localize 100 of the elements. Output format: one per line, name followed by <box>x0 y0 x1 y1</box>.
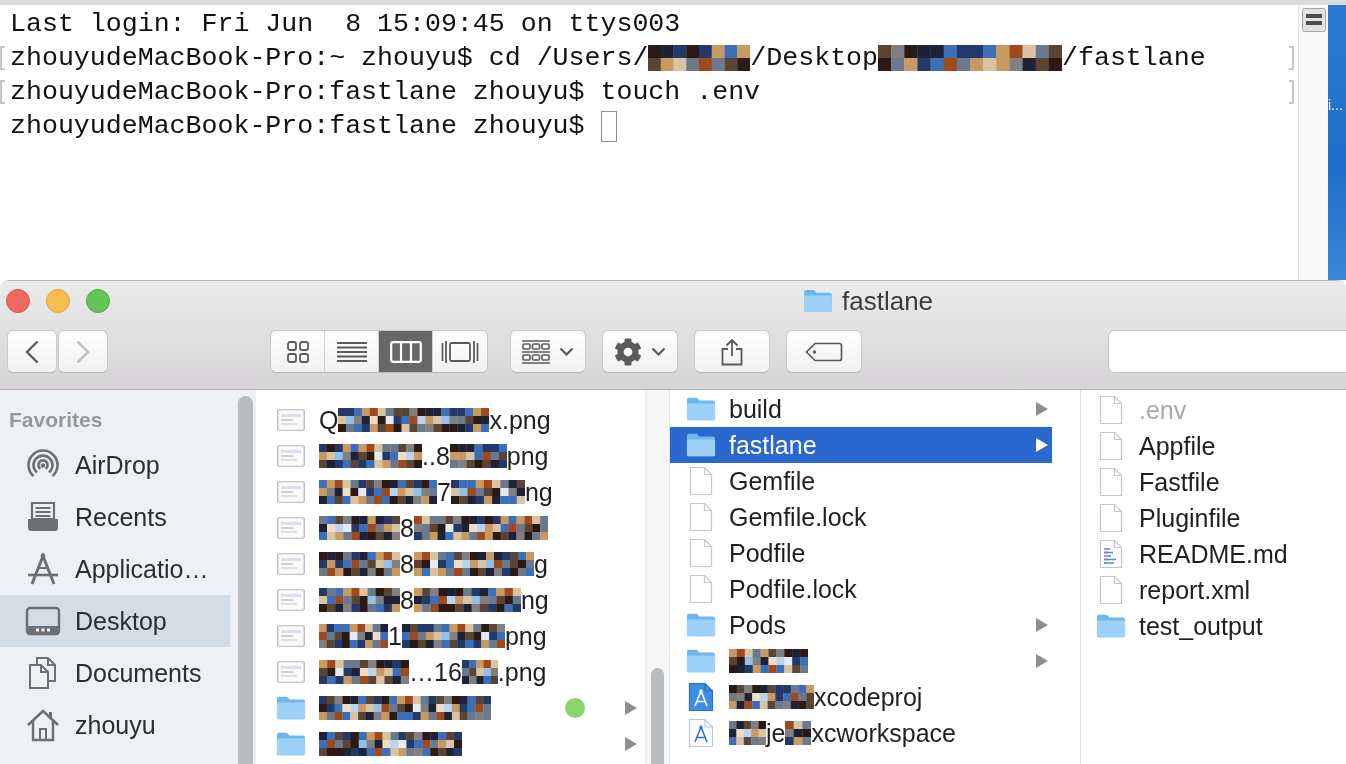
file-row[interactable]: Q x.png <box>256 402 637 438</box>
file-row[interactable]: je xcworkspace <box>670 715 1052 751</box>
sidebar-item[interactable]: zhouyu <box>0 699 230 751</box>
filled-compass-document-icon <box>688 682 714 712</box>
terminal-text: Last login: Fri Jun 8 15:09:45 on ttys003 <box>10 8 681 40</box>
file-row[interactable]: 8 ng <box>256 582 637 618</box>
gear-icon <box>614 337 642 366</box>
folder-icon <box>686 648 716 674</box>
sidebar-item[interactable]: Recents <box>0 491 230 543</box>
tags-button[interactable] <box>786 330 862 373</box>
view-mode-button[interactable] <box>379 331 433 372</box>
file-row[interactable]: ..8 png <box>256 438 637 474</box>
disclosure-arrow-icon <box>625 701 637 715</box>
folder-icon <box>686 396 716 422</box>
file-row[interactable]: xcodeproj <box>670 679 1052 715</box>
terminal-text: zhouyudeMacBook-Pro:fastlane zhouyu$ <box>10 110 585 142</box>
share-icon <box>721 337 743 366</box>
desktop-icon-label: i... <box>1328 97 1343 113</box>
sidebar-heading: Favorites <box>8 407 104 433</box>
folder-icon <box>686 612 716 638</box>
pixelated-redaction-drawing <box>785 721 812 745</box>
image-thumbnail-icon <box>277 553 305 575</box>
file-row[interactable]: build <box>670 391 1052 427</box>
pixelated-redaction-drawing <box>461 660 498 684</box>
disclosure-arrow-icon <box>1036 654 1048 668</box>
view-mode-control[interactable] <box>270 330 488 373</box>
sidebar-item[interactable]: AirDrop <box>0 439 230 491</box>
search-field[interactable] <box>1108 330 1346 373</box>
sidebar-item[interactable]: Desktop <box>0 595 230 647</box>
document-icon <box>689 574 713 604</box>
image-thumbnail-icon <box>277 625 305 647</box>
sidebar-item[interactable]: Applicatio… <box>0 543 230 595</box>
compass-document-icon <box>688 718 714 748</box>
file-row[interactable]: README.md <box>1081 536 1346 572</box>
file-row[interactable]: 8 g <box>256 546 637 582</box>
document-icon <box>1099 467 1123 497</box>
terminal-text: /fastlane <box>1062 42 1206 74</box>
terminal-text: /Desktop <box>750 42 879 74</box>
chevron-left-icon <box>25 339 39 364</box>
file-row[interactable]: 8 <box>256 510 637 546</box>
caret-icon <box>651 347 666 356</box>
image-thumbnail-icon <box>277 589 305 611</box>
file-row[interactable]: 7 ng <box>256 474 637 510</box>
folder-icon <box>276 695 306 721</box>
list-icon <box>336 341 367 362</box>
split-pane-icon[interactable] <box>1301 8 1326 32</box>
sidebar-item[interactable]: Documents <box>0 647 230 699</box>
view-mode-button[interactable] <box>433 331 487 372</box>
disclosure-arrow-icon <box>1036 438 1048 452</box>
folder-icon <box>1096 613 1126 639</box>
image-thumbnail-icon <box>277 481 305 503</box>
house-icon <box>25 707 61 743</box>
folder-icon <box>803 289 833 313</box>
tag-icon <box>805 341 843 362</box>
columns-icon <box>389 340 422 363</box>
terminal-text: zhouyudeMacBook-Pro:fastlane zhouyu$ touch .env <box>10 76 761 108</box>
document-icon <box>1099 575 1123 605</box>
file-row[interactable]: Pluginfile <box>1081 500 1346 536</box>
file-row[interactable]: test_output <box>1081 608 1346 644</box>
file-row[interactable]: Pods <box>670 607 1052 643</box>
close-button[interactable] <box>6 289 30 313</box>
file-row[interactable]: Podfile.lock <box>670 571 1052 607</box>
cover-flow-icon <box>441 339 479 364</box>
scrollbar-thumb[interactable] <box>238 396 253 764</box>
caret-icon <box>559 347 574 356</box>
grid-icon <box>286 340 309 363</box>
file-row[interactable]: …16 .png <box>256 654 637 690</box>
document-icon <box>689 502 713 532</box>
disclosure-arrow-icon <box>625 737 637 751</box>
image-thumbnail-icon <box>277 409 305 431</box>
view-mode-button[interactable] <box>271 331 325 372</box>
grouped-grid-icon <box>522 339 550 364</box>
file-row[interactable]: report.xml <box>1081 572 1346 608</box>
file-row[interactable]: 1 png <box>256 618 637 654</box>
image-thumbnail-icon <box>277 661 305 683</box>
view-mode-button[interactable] <box>325 331 379 372</box>
file-row[interactable]: fastlane <box>670 427 1052 463</box>
drafting-tools-icon <box>25 551 61 587</box>
document-icon <box>689 466 713 496</box>
document-icon <box>1099 503 1123 533</box>
pixelated-redaction-drawing <box>449 444 507 468</box>
document-icon <box>1099 431 1123 461</box>
window-title: fastlane <box>842 286 934 316</box>
document-icon <box>1099 395 1123 425</box>
image-thumbnail-icon <box>277 445 305 467</box>
disclosure-arrow-icon <box>1036 618 1048 632</box>
file-row[interactable]: Podfile <box>670 535 1052 571</box>
back-button[interactable] <box>7 330 57 373</box>
share-button[interactable] <box>694 330 770 373</box>
group-button[interactable] <box>510 330 586 373</box>
file-row[interactable]: Appfile <box>1081 428 1346 464</box>
file-row[interactable]: Fastfile <box>1081 464 1346 500</box>
pixelated-redaction-drawing <box>319 624 388 648</box>
file-row[interactable]: Gemfile <box>670 463 1052 499</box>
scrollbar-thumb[interactable] <box>651 668 664 764</box>
folder-icon <box>276 731 306 757</box>
folder-icon <box>686 432 716 458</box>
chevron-right-icon <box>76 339 90 364</box>
action-button[interactable] <box>602 330 678 373</box>
file-row[interactable]: Gemfile.lock <box>670 499 1052 535</box>
